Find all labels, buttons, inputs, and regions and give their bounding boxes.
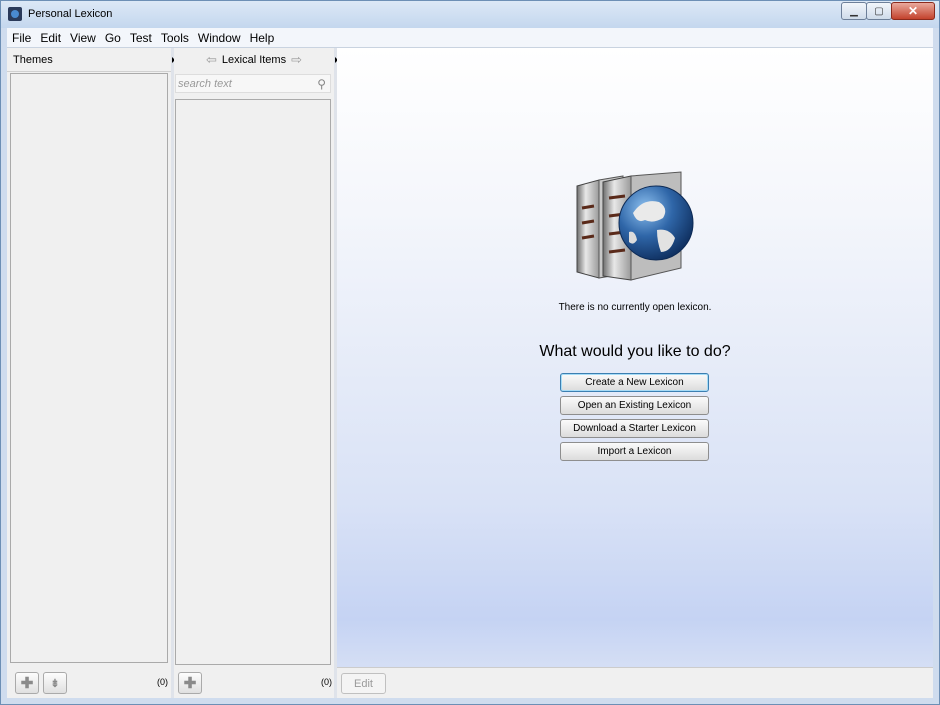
maximize-button[interactable]: ▢ [866, 2, 892, 20]
menu-go[interactable]: Go [100, 31, 125, 45]
lexicon-logo [576, 171, 694, 281]
collapse-themes-button[interactable]: ⇟ [43, 672, 67, 694]
add-theme-button[interactable]: ✚ [15, 672, 39, 694]
download-starter-lexicon-button[interactable]: Download a Starter Lexicon [560, 419, 709, 438]
menu-tools[interactable]: Tools [156, 31, 193, 45]
menu-edit[interactable]: Edit [35, 31, 65, 45]
minimize-button[interactable]: ▁ [841, 2, 867, 20]
add-icon: ✚ [20, 675, 34, 692]
prompt-heading: What would you like to do? [539, 343, 731, 360]
add-icon: ✚ [183, 675, 197, 692]
search-box: ⚲ [175, 74, 331, 93]
search-input[interactable] [176, 76, 310, 91]
collapse-icon: ⇟ [50, 677, 60, 690]
main-footer: Edit [337, 667, 933, 698]
themes-header: Themes [7, 48, 171, 72]
menu-test[interactable]: Test [125, 31, 156, 45]
menu-file[interactable]: File [7, 31, 35, 45]
lexical-items-title: Lexical Items [221, 54, 287, 66]
edit-button[interactable]: Edit [341, 673, 386, 694]
items-count: (0) [321, 677, 332, 687]
client-area: Themes ✚ ⇟ (0) ⇦ Lexical Items ⇨ ⚲ ✚ (0 [7, 48, 933, 698]
themes-panel: Themes ✚ ⇟ (0) [7, 48, 171, 698]
lexical-items-header: ⇦ Lexical Items ⇨ [174, 48, 334, 72]
window-title: Personal Lexicon [28, 8, 113, 20]
maximize-icon: ▢ [874, 5, 884, 17]
title-bar: Personal Lexicon ▁ ▢ ✕ [1, 1, 939, 28]
close-button[interactable]: ✕ [891, 2, 935, 20]
open-lexicon-button[interactable]: Open an Existing Lexicon [560, 396, 709, 415]
menu-view[interactable]: View [65, 31, 100, 45]
themes-footer: ✚ ⇟ (0) [7, 665, 171, 698]
right-arrow-icon[interactable]: ⇨ [291, 52, 302, 68]
menu-window[interactable]: Window [193, 31, 245, 45]
close-icon: ✕ [907, 4, 919, 18]
minimize-icon: ▁ [850, 5, 858, 17]
create-lexicon-button[interactable]: Create a New Lexicon [560, 373, 709, 392]
themes-list[interactable] [10, 73, 168, 663]
menu-help[interactable]: Help [245, 31, 279, 45]
lexical-items-panel: ⇦ Lexical Items ⇨ ⚲ ✚ (0) [174, 48, 334, 698]
left-arrow-icon[interactable]: ⇦ [206, 52, 217, 68]
app-window: Personal Lexicon ▁ ▢ ✕ File Edit View Go… [0, 0, 940, 705]
status-message: There is no currently open lexicon. [558, 302, 712, 313]
search-icon[interactable]: ⚲ [317, 77, 326, 91]
main-panel: There is no currently open lexicon. What… [337, 48, 933, 698]
app-icon [8, 7, 22, 21]
import-lexicon-button[interactable]: Import a Lexicon [560, 442, 709, 461]
themes-count: (0) [157, 677, 168, 687]
lexical-items-list[interactable] [175, 99, 331, 665]
add-item-button[interactable]: ✚ [178, 672, 202, 694]
items-footer: ✚ (0) [174, 665, 334, 698]
menu-bar: File Edit View Go Test Tools Window Help [7, 28, 933, 48]
